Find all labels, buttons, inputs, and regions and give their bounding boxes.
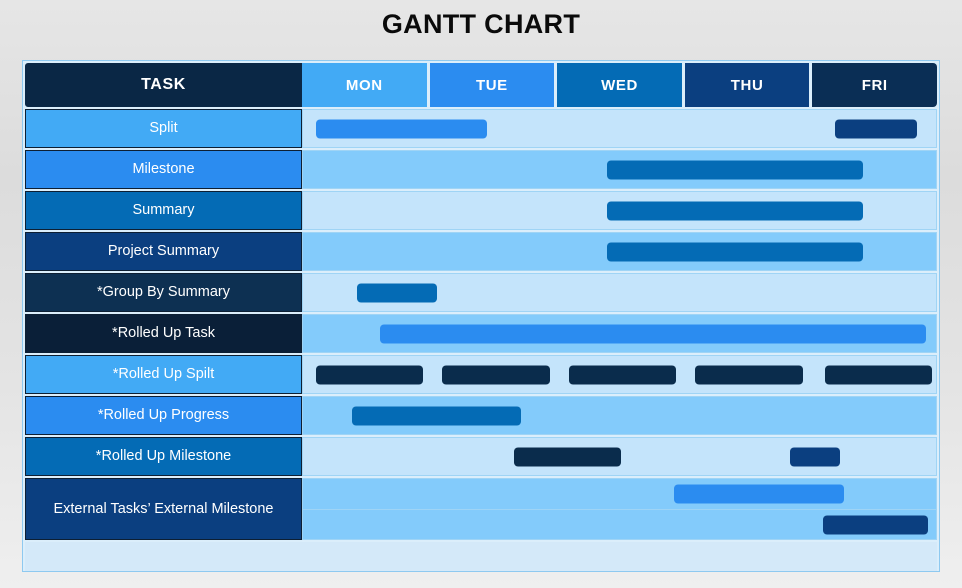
- gantt-bar[interactable]: [824, 365, 933, 384]
- table-row[interactable]: Project Summary: [25, 232, 937, 271]
- timeline-subtrack[interactable]: [303, 479, 936, 509]
- task-label-cell[interactable]: *Rolled Up Progress: [25, 396, 302, 435]
- gantt-chart-frame: TASK MON TUE WED THU FRI Split Milestone Summa…: [22, 60, 940, 572]
- table-row[interactable]: Split: [25, 109, 937, 148]
- task-label-cell[interactable]: Project Summary: [25, 232, 302, 271]
- column-header-thu: THU: [684, 63, 810, 107]
- task-label: *Rolled Up Task: [112, 325, 215, 342]
- task-label: Split: [149, 120, 178, 137]
- table-row[interactable]: *Rolled Up Task: [25, 314, 937, 353]
- timeline-track[interactable]: [302, 232, 937, 271]
- column-header-label: TUE: [475, 76, 508, 94]
- bottom-filler-strip: [25, 542, 937, 571]
- gantt-bar[interactable]: [315, 365, 424, 384]
- column-header-label: WED: [601, 76, 638, 94]
- day-header-strip: MON TUE WED THU FRI: [302, 63, 937, 107]
- task-label-cell[interactable]: *Rolled Up Spilt: [25, 355, 302, 394]
- column-header-label: MON: [345, 76, 383, 94]
- timeline-track[interactable]: [302, 355, 937, 394]
- column-header-label: THU: [730, 76, 764, 94]
- column-header-wed: WED: [557, 63, 682, 107]
- task-label: Milestone: [132, 161, 195, 178]
- table-row[interactable]: *Group By Summary: [25, 273, 937, 312]
- timeline-track[interactable]: [302, 273, 937, 312]
- table-row[interactable]: *Rolled Up Spilt: [25, 355, 937, 394]
- table-row[interactable]: *Rolled Up Progress: [25, 396, 937, 435]
- timeline-track[interactable]: [302, 109, 937, 148]
- gantt-bar[interactable]: [673, 484, 844, 504]
- gantt-bar[interactable]: [380, 324, 926, 343]
- gantt-bar[interactable]: [823, 515, 929, 535]
- gantt-bar[interactable]: [352, 406, 521, 425]
- table-row[interactable]: External Tasks’ External Milestone: [25, 478, 937, 540]
- task-label: *Rolled Up Progress: [97, 407, 230, 424]
- task-label: *Rolled Up Spilt: [112, 366, 215, 383]
- gantt-bar[interactable]: [695, 365, 804, 384]
- title-bar: GANTT CHART: [0, 0, 962, 48]
- task-label: External Tasks’ External Milestone: [53, 500, 274, 517]
- table-header-row: TASK MON TUE WED THU FRI: [25, 63, 937, 107]
- gantt-bar[interactable]: [357, 283, 438, 302]
- timeline-track[interactable]: [302, 478, 937, 540]
- page-title: GANTT CHART: [381, 8, 581, 39]
- task-label: Summary: [132, 202, 195, 219]
- gantt-bar[interactable]: [568, 365, 677, 384]
- timeline-track[interactable]: [302, 191, 937, 230]
- gantt-bar[interactable]: [315, 119, 487, 138]
- table-row[interactable]: Summary: [25, 191, 937, 230]
- gantt-bar[interactable]: [834, 119, 917, 138]
- column-header-mon: MON: [302, 63, 427, 107]
- timeline-subtrack[interactable]: [303, 509, 936, 540]
- task-label: *Rolled Up Milestone: [95, 448, 232, 465]
- table-row[interactable]: *Rolled Up Milestone: [25, 437, 937, 476]
- timeline-track[interactable]: [302, 314, 937, 353]
- column-header-task: TASK: [25, 63, 302, 107]
- table-row[interactable]: Milestone: [25, 150, 937, 189]
- gantt-bar[interactable]: [606, 201, 863, 220]
- task-label-cell[interactable]: Split: [25, 109, 302, 148]
- task-label-cell[interactable]: External Tasks’ External Milestone: [25, 478, 302, 540]
- timeline-track[interactable]: [302, 437, 937, 476]
- task-label-cell[interactable]: Milestone: [25, 150, 302, 189]
- gantt-bar[interactable]: [606, 160, 863, 179]
- timeline-track[interactable]: [302, 150, 937, 189]
- task-label-cell[interactable]: *Group By Summary: [25, 273, 302, 312]
- task-label-cell[interactable]: *Rolled Up Task: [25, 314, 302, 353]
- task-label-cell[interactable]: *Rolled Up Milestone: [25, 437, 302, 476]
- gantt-bar[interactable]: [514, 447, 621, 466]
- gantt-table: TASK MON TUE WED THU FRI Split Milestone Summa…: [25, 63, 937, 571]
- column-header-tue: TUE: [429, 63, 555, 107]
- column-header-label: FRI: [861, 76, 888, 94]
- gantt-bar[interactable]: [790, 447, 840, 466]
- timeline-track[interactable]: [302, 396, 937, 435]
- column-header-fri: FRI: [812, 63, 937, 107]
- task-label-cell[interactable]: Summary: [25, 191, 302, 230]
- task-label: Project Summary: [107, 243, 220, 260]
- gantt-bar[interactable]: [606, 242, 863, 261]
- task-label: *Group By Summary: [97, 284, 230, 301]
- gantt-bar[interactable]: [442, 365, 550, 384]
